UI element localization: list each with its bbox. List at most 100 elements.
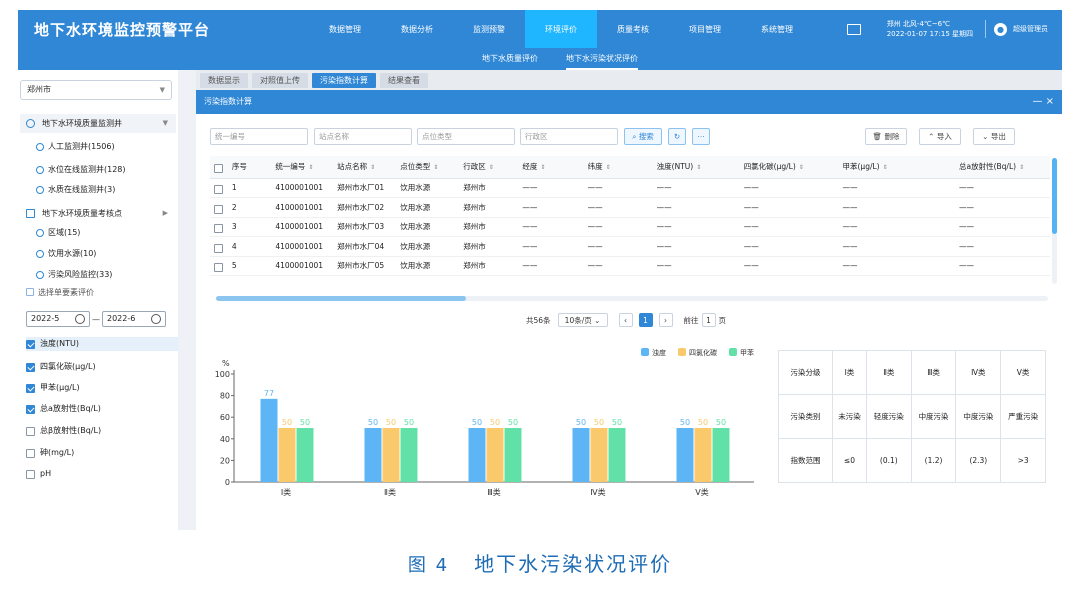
- factor-checkbox-row[interactable]: 浊度(NTU): [26, 337, 184, 351]
- next-page-button[interactable]: ›: [658, 313, 673, 327]
- factor-checkbox-row[interactable]: 砷(mg/L): [26, 446, 74, 460]
- factor-checkbox-row[interactable]: 甲苯(μg/L): [26, 381, 80, 395]
- column-header[interactable]: 甲苯(μg/L) ⇕: [838, 156, 955, 179]
- factor-checkbox-row[interactable]: pH: [26, 467, 51, 481]
- table-row[interactable]: 5 4100001001 郑州市水厂05 饮用水源 郑州市 —— —— —— —— —— ——: [210, 256, 1050, 276]
- column-header[interactable]: 序号: [227, 156, 272, 179]
- checkbox[interactable]: [26, 470, 35, 479]
- sort-icon[interactable]: ⇕: [606, 164, 611, 171]
- checkbox[interactable]: [26, 363, 35, 372]
- nav-item[interactable]: 项目管理: [669, 10, 741, 48]
- vertical-scrollbar[interactable]: [1052, 158, 1057, 284]
- sidebar-item-quality-wells[interactable]: 水质在线监测井(3): [36, 183, 115, 197]
- row-checkbox-cell[interactable]: [210, 256, 228, 276]
- table-row[interactable]: 2 4100001001 郑州市水厂02 饮用水源 郑州市 —— —— —— —— —— ——: [210, 197, 1050, 218]
- sort-icon[interactable]: ⇕: [883, 164, 888, 171]
- page-size-select[interactable]: 10条/页 ⌄: [557, 313, 608, 327]
- sort-icon[interactable]: ⇕: [540, 164, 545, 171]
- row-checkbox-cell[interactable]: [210, 197, 228, 218]
- select-all-checkbox-cell[interactable]: [210, 156, 228, 179]
- subnav-item[interactable]: 地下水污染状况评价: [566, 48, 638, 70]
- sort-icon[interactable]: ⇕: [433, 164, 438, 171]
- refresh-icon[interactable]: ↻: [668, 128, 686, 145]
- column-header[interactable]: 站点名称 ⇕: [333, 156, 397, 179]
- legend-item[interactable]: 浊度: [641, 348, 666, 358]
- column-header[interactable]: 经度 ⇕: [518, 156, 584, 179]
- sort-icon[interactable]: ⇕: [370, 164, 375, 171]
- factor-checkbox-row[interactable]: 总β放射性(Bq/L): [26, 424, 101, 438]
- table-row[interactable]: 1 4100001001 郑州市水厂01 饮用水源 郑州市 —— —— —— —— —— ——: [210, 178, 1050, 198]
- sort-icon[interactable]: ⇕: [1019, 164, 1024, 171]
- checkbox[interactable]: [26, 384, 35, 393]
- delete-button[interactable]: 🗑 删除: [865, 128, 907, 145]
- legend-item[interactable]: 甲苯: [729, 348, 754, 358]
- table-row[interactable]: 3 4100001001 郑州市水厂03 饮用水源 郑州市 —— —— —— —— —— ——: [210, 217, 1050, 237]
- nav-item[interactable]: 监测预警: [453, 10, 525, 48]
- checkbox[interactable]: [214, 204, 223, 214]
- checkbox[interactable]: [214, 185, 223, 195]
- checkbox[interactable]: [26, 405, 35, 414]
- factor-checkbox-row[interactable]: 总a放射性(Bq/L): [26, 402, 101, 416]
- monitor-icon[interactable]: [846, 23, 861, 35]
- nav-item[interactable]: 环境评价: [525, 10, 597, 48]
- column-header[interactable]: 纬度 ⇕: [583, 156, 653, 179]
- column-header[interactable]: 点位类型 ⇕: [396, 156, 460, 179]
- nav-item[interactable]: 系统管理: [741, 10, 813, 48]
- scroll-thumb[interactable]: [1052, 158, 1057, 234]
- checkbox[interactable]: [26, 340, 35, 349]
- export-button[interactable]: ⌄ 导出: [973, 128, 1015, 145]
- checkbox[interactable]: [26, 427, 35, 436]
- sort-icon[interactable]: ⇕: [696, 164, 701, 171]
- nav-item[interactable]: 数据分析: [381, 10, 453, 48]
- column-header[interactable]: 行政区 ⇕: [459, 156, 519, 179]
- region-select[interactable]: 行政区: [520, 128, 618, 145]
- factor-checkbox-row[interactable]: 四氯化碳(μg/L): [26, 360, 96, 374]
- nav-item[interactable]: 质量考核: [597, 10, 669, 48]
- import-button[interactable]: ⌃ 导入: [919, 128, 961, 145]
- row-checkbox-cell[interactable]: [210, 236, 228, 257]
- sort-icon[interactable]: ⇕: [308, 164, 313, 171]
- date-start-input[interactable]: 2022-5: [26, 311, 90, 327]
- column-header[interactable]: 统一编号 ⇕: [271, 156, 334, 179]
- user-avatar-icon[interactable]: ●: [994, 22, 1007, 36]
- group-assessment-points[interactable]: 地下水环境质量考核点 ▶: [20, 204, 176, 223]
- window-controls[interactable]: — ×: [1032, 90, 1054, 114]
- checkbox[interactable]: [214, 224, 223, 234]
- user-name[interactable]: 超级管理员: [1013, 24, 1048, 34]
- tab[interactable]: 污染指数计算: [312, 72, 376, 88]
- legend-item[interactable]: 四氯化碳: [678, 348, 717, 358]
- checkbox[interactable]: [214, 263, 223, 273]
- table-row[interactable]: 4 4100001001 郑州市水厂04 饮用水源 郑州市 —— —— —— —— —— ——: [210, 236, 1050, 257]
- row-checkbox-cell[interactable]: [210, 178, 228, 198]
- column-header[interactable]: 四氯化碳(μg/L) ⇕: [739, 156, 839, 179]
- sort-icon[interactable]: ⇕: [489, 164, 494, 171]
- city-select[interactable]: 郑州市 ▼: [20, 80, 172, 100]
- checkbox[interactable]: [26, 449, 35, 458]
- horizontal-scrollbar[interactable]: [216, 296, 1048, 301]
- scroll-thumb[interactable]: [216, 296, 466, 301]
- sidebar-item-region[interactable]: 区域(15): [36, 226, 80, 240]
- sidebar-item-manual-wells[interactable]: 人工监测井(1506): [36, 140, 115, 154]
- sidebar-item-drinking-source[interactable]: 饮用水源(10): [36, 247, 96, 261]
- column-header[interactable]: 总a放射性(Bq/L) ⇕: [955, 156, 1050, 179]
- subnav-item[interactable]: 地下水质量评价: [482, 48, 538, 70]
- sidebar-item-level-wells[interactable]: 水位在线监测井(128): [36, 163, 126, 177]
- checkbox[interactable]: [214, 164, 223, 174]
- page-number-button[interactable]: 1: [638, 313, 653, 327]
- station-name-input[interactable]: 站点名称: [314, 128, 412, 145]
- checkbox[interactable]: [214, 243, 223, 253]
- sidebar-item-risk-monitoring[interactable]: 污染风险监控(33): [36, 268, 112, 282]
- nav-item[interactable]: 数据管理: [309, 10, 381, 48]
- tab[interactable]: 数据显示: [200, 72, 248, 88]
- sort-icon[interactable]: ⇕: [799, 164, 804, 171]
- date-end-input[interactable]: 2022-6: [102, 311, 166, 327]
- search-button[interactable]: ⌕ 搜索: [624, 128, 662, 145]
- goto-page-input[interactable]: 1: [701, 313, 716, 327]
- tab[interactable]: 结果查看: [380, 72, 428, 88]
- more-icon[interactable]: ⋯: [692, 128, 710, 145]
- prev-page-button[interactable]: ‹: [618, 313, 633, 327]
- point-type-select[interactable]: 点位类型: [417, 128, 515, 145]
- row-checkbox-cell[interactable]: [210, 217, 228, 237]
- column-header[interactable]: 浊度(NTU) ⇕: [652, 156, 740, 179]
- tab[interactable]: 对照值上传: [252, 72, 308, 88]
